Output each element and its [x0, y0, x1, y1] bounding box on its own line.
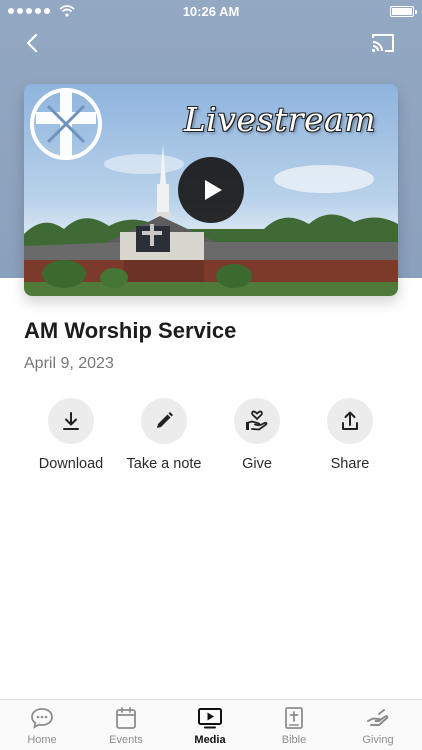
cast-button[interactable] — [370, 32, 396, 54]
sermon-date: April 9, 2023 — [24, 355, 114, 372]
download-button[interactable]: Download — [19, 398, 123, 472]
download-circle[interactable] — [48, 398, 94, 444]
play-button[interactable] — [178, 157, 244, 223]
tab-home[interactable]: Home — [0, 706, 84, 746]
hand-heart-icon — [246, 410, 268, 431]
tab-media-label: Media — [194, 734, 226, 746]
take-a-note-button[interactable]: Take a note — [112, 398, 216, 472]
tab-events[interactable]: Events — [84, 706, 168, 746]
download-icon — [63, 412, 79, 430]
take-a-note-label: Take a note — [126, 456, 202, 472]
share-label: Share — [330, 456, 370, 472]
play-icon — [205, 180, 222, 200]
status-bar: 10:26 AM — [0, 0, 422, 22]
livestream-caption: Livestream — [183, 100, 376, 139]
media-detail-screen: 10:26 AM Livestream AM Worship Service A… — [0, 0, 422, 750]
chat-bubble-icon — [31, 708, 53, 729]
tab-media[interactable]: Media — [168, 706, 252, 746]
back-button[interactable] — [22, 32, 44, 54]
tab-events-label: Events — [109, 734, 143, 746]
share-button[interactable]: Share — [298, 398, 402, 472]
battery-icon — [390, 6, 417, 17]
church-logo — [30, 88, 102, 160]
sermon-title: AM Worship Service — [24, 318, 237, 343]
tab-bar: Home Events Media Bible Giving — [0, 699, 422, 750]
share-icon — [342, 411, 358, 430]
calendar-icon — [116, 707, 136, 729]
tab-bible-label: Bible — [281, 734, 307, 746]
tab-bible[interactable]: Bible — [252, 706, 336, 746]
give-button[interactable]: Give — [205, 398, 309, 472]
video-thumbnail[interactable]: Livestream — [24, 84, 398, 296]
play-screen-icon — [198, 708, 222, 729]
take-a-note-circle[interactable] — [141, 398, 187, 444]
pencil-icon — [157, 412, 173, 428]
bible-icon — [285, 707, 303, 729]
tab-giving[interactable]: Giving — [336, 706, 420, 746]
status-time: 10:26 AM — [182, 4, 240, 19]
giving-hand-icon — [367, 709, 389, 726]
share-circle[interactable] — [327, 398, 373, 444]
tab-giving-label: Giving — [362, 734, 394, 746]
tab-home-label: Home — [27, 734, 57, 746]
give-label: Give — [242, 456, 272, 472]
give-circle[interactable] — [234, 398, 280, 444]
download-label: Download — [38, 456, 104, 472]
